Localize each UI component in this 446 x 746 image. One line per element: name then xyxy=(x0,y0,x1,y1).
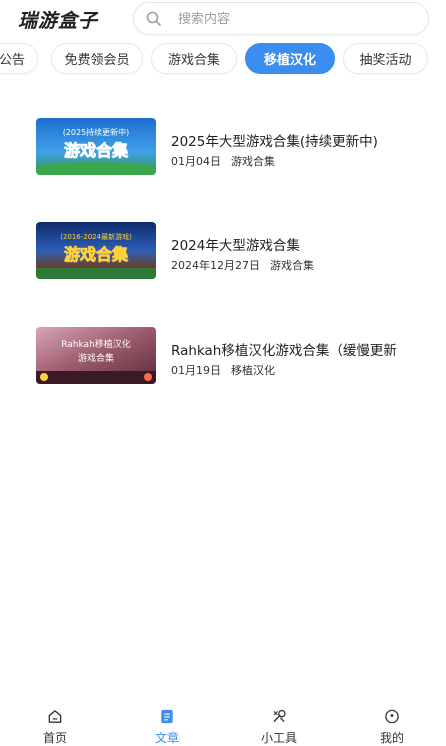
article-date: 01月04日 xyxy=(171,155,221,168)
nav-articles[interactable]: 文章 xyxy=(137,708,197,746)
article-category: 游戏合集 xyxy=(270,259,314,272)
thumbnail-top-text: Rahkah移植汉化 xyxy=(61,338,131,350)
article-thumbnail: (2025持续更新中) 游戏合集 xyxy=(36,118,156,175)
article-thumbnail: (2016-2024最新游戏) 游戏合集 xyxy=(36,222,156,279)
search-box[interactable] xyxy=(133,2,429,35)
thumbnail-main-text: 游戏合集 xyxy=(78,352,114,364)
tab-announcement[interactable]: 公告 xyxy=(0,43,38,74)
article-meta: 2024年12月27日 游戏合集 xyxy=(171,257,314,273)
article-item[interactable]: (2016-2024最新游戏) 游戏合集 2024年大型游戏合集 2024年12… xyxy=(0,214,446,284)
tab-port-localization[interactable]: 移植汉化 xyxy=(245,43,335,74)
nav-tools[interactable]: 小工具 xyxy=(249,708,309,746)
nav-label: 小工具 xyxy=(260,731,297,745)
tools-icon xyxy=(273,709,286,722)
article-icon xyxy=(161,709,173,724)
search-input[interactable] xyxy=(178,8,408,30)
article-item[interactable]: Rahkah移植汉化 游戏合集 Rahkah移植汉化游戏合集（缓慢更新 01月1… xyxy=(0,319,446,389)
article-thumbnail: Rahkah移植汉化 游戏合集 xyxy=(36,327,156,384)
nav-home[interactable]: 首页 xyxy=(25,708,85,746)
article-date: 01月19日 xyxy=(171,364,221,377)
nav-label: 我的 xyxy=(379,731,404,745)
tab-label: 公告 xyxy=(0,53,25,68)
home-icon xyxy=(48,710,62,723)
thumbnail-main-text: 游戏合集 xyxy=(64,245,129,264)
category-tabs: 公告 免费领会员 游戏合集 移植汉化 抽奖活动 xyxy=(0,43,446,75)
tab-label: 移植汉化 xyxy=(263,53,316,68)
app-title: 瑞游盒子 xyxy=(18,10,99,32)
tab-free-membership[interactable]: 免费领会员 xyxy=(51,43,143,74)
article-title: 2025年大型游戏合集(持续更新中) xyxy=(171,134,378,150)
tab-label: 游戏合集 xyxy=(167,53,220,68)
bottom-nav: 首页 文章 小工具 我的 xyxy=(0,700,446,746)
article-title: Rahkah移植汉化游戏合集（缓慢更新 xyxy=(171,343,397,359)
profile-icon xyxy=(385,709,399,724)
nav-label: 文章 xyxy=(154,731,179,745)
search-icon xyxy=(146,11,161,26)
article-title: 2024年大型游戏合集 xyxy=(171,238,300,254)
nav-label: 首页 xyxy=(42,731,67,745)
article-category: 游戏合集 xyxy=(231,155,275,168)
nav-profile[interactable]: 我的 xyxy=(362,708,422,746)
article-date: 2024年12月27日 xyxy=(171,259,260,272)
tab-game-collection[interactable]: 游戏合集 xyxy=(151,43,237,74)
tab-label: 免费领会员 xyxy=(64,53,130,68)
article-meta: 01月19日 移植汉化 xyxy=(171,362,275,378)
tab-lottery[interactable]: 抽奖活动 xyxy=(343,43,428,74)
thumbnail-top-text: (2016-2024最新游戏) xyxy=(60,232,132,241)
header: 瑞游盒子 xyxy=(0,0,446,38)
thumbnail-main-text: 游戏合集 xyxy=(64,141,129,160)
article-meta: 01月04日 游戏合集 xyxy=(171,153,275,169)
thumbnail-top-text: (2025持续更新中) xyxy=(63,127,130,137)
article-item[interactable]: (2025持续更新中) 游戏合集 2025年大型游戏合集(持续更新中) 01月0… xyxy=(0,110,446,180)
tab-label: 抽奖活动 xyxy=(359,53,412,68)
article-category: 移植汉化 xyxy=(231,364,275,377)
